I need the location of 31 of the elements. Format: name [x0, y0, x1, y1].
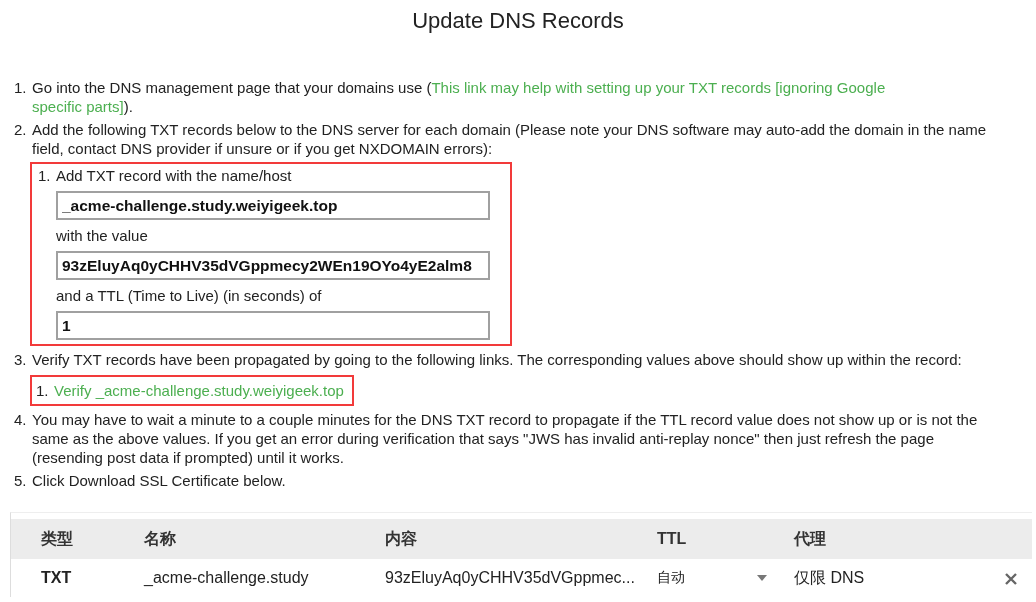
step-text: You may have to wait a minute to a couple minutes for the DNS TXT record to propagate if the TTL record value does not show up or is not the same as the above values. If you get an error during verification that says "JWS has invalid anti-replay nonce" then just refresh the page (resending post data if prompted) until it works.: [32, 410, 979, 467]
step-text: Click Download SSL Certificate below.: [32, 471, 287, 490]
page-title: Update DNS Records: [411, 7, 625, 35]
list-number: 1.: [36, 381, 50, 400]
column-header: TTL: [657, 530, 688, 548]
step-text: Add the following TXT records below to the DNS server for each domain (Please note your DNS software may auto-add the domain in the name field, contact DNS provider if unsure or if you get NXDOMAIN errors):: [32, 120, 988, 158]
column-header: 代理: [794, 528, 827, 549]
table-cell-text: 仅限 DNS: [794, 567, 866, 588]
field-label: with the value: [56, 226, 149, 246]
step-text: Go into the DNS management page that your domains use (This link may help with setting up your TXT records [ignoring Google specific parts]).: [32, 78, 887, 116]
column-header: 类型: [41, 528, 74, 549]
ttl-field[interactable]: 1: [56, 311, 490, 340]
ttl-select[interactable]: 自动: [657, 569, 767, 587]
name-field[interactable]: _acme-challenge.study.weiyigeek.top: [56, 191, 490, 220]
step-text: Verify TXT records have been propagated by going to the following links. The corresponding values above should show up within the record:: [32, 350, 963, 369]
column-header: 名称: [144, 528, 177, 549]
list-number: 5.: [14, 471, 28, 490]
list-number: 3.: [14, 350, 28, 370]
table-cell-text: TXT: [41, 569, 73, 587]
column-header: 内容: [385, 528, 418, 549]
field-label: and a TTL (Time to Live) (in seconds) of: [56, 286, 323, 306]
list-number: 1.: [38, 166, 52, 186]
table-cell-text: 93zEluyAq0yCHHV35dVGppmec...: [385, 569, 636, 587]
list-number: 1.: [14, 78, 28, 98]
caret-icon: [757, 575, 767, 581]
close-icon: [1005, 572, 1017, 585]
table-cell-text: _acme-challenge.study: [144, 569, 310, 587]
value-field[interactable]: 93zEluyAq0yCHHV35dVGppmecy2WEn19OYo4yE2alm8: [56, 251, 490, 280]
list-number: 4.: [14, 410, 28, 430]
field-label: Add TXT record with the name/host: [56, 166, 293, 186]
list-number: 2.: [14, 120, 28, 140]
